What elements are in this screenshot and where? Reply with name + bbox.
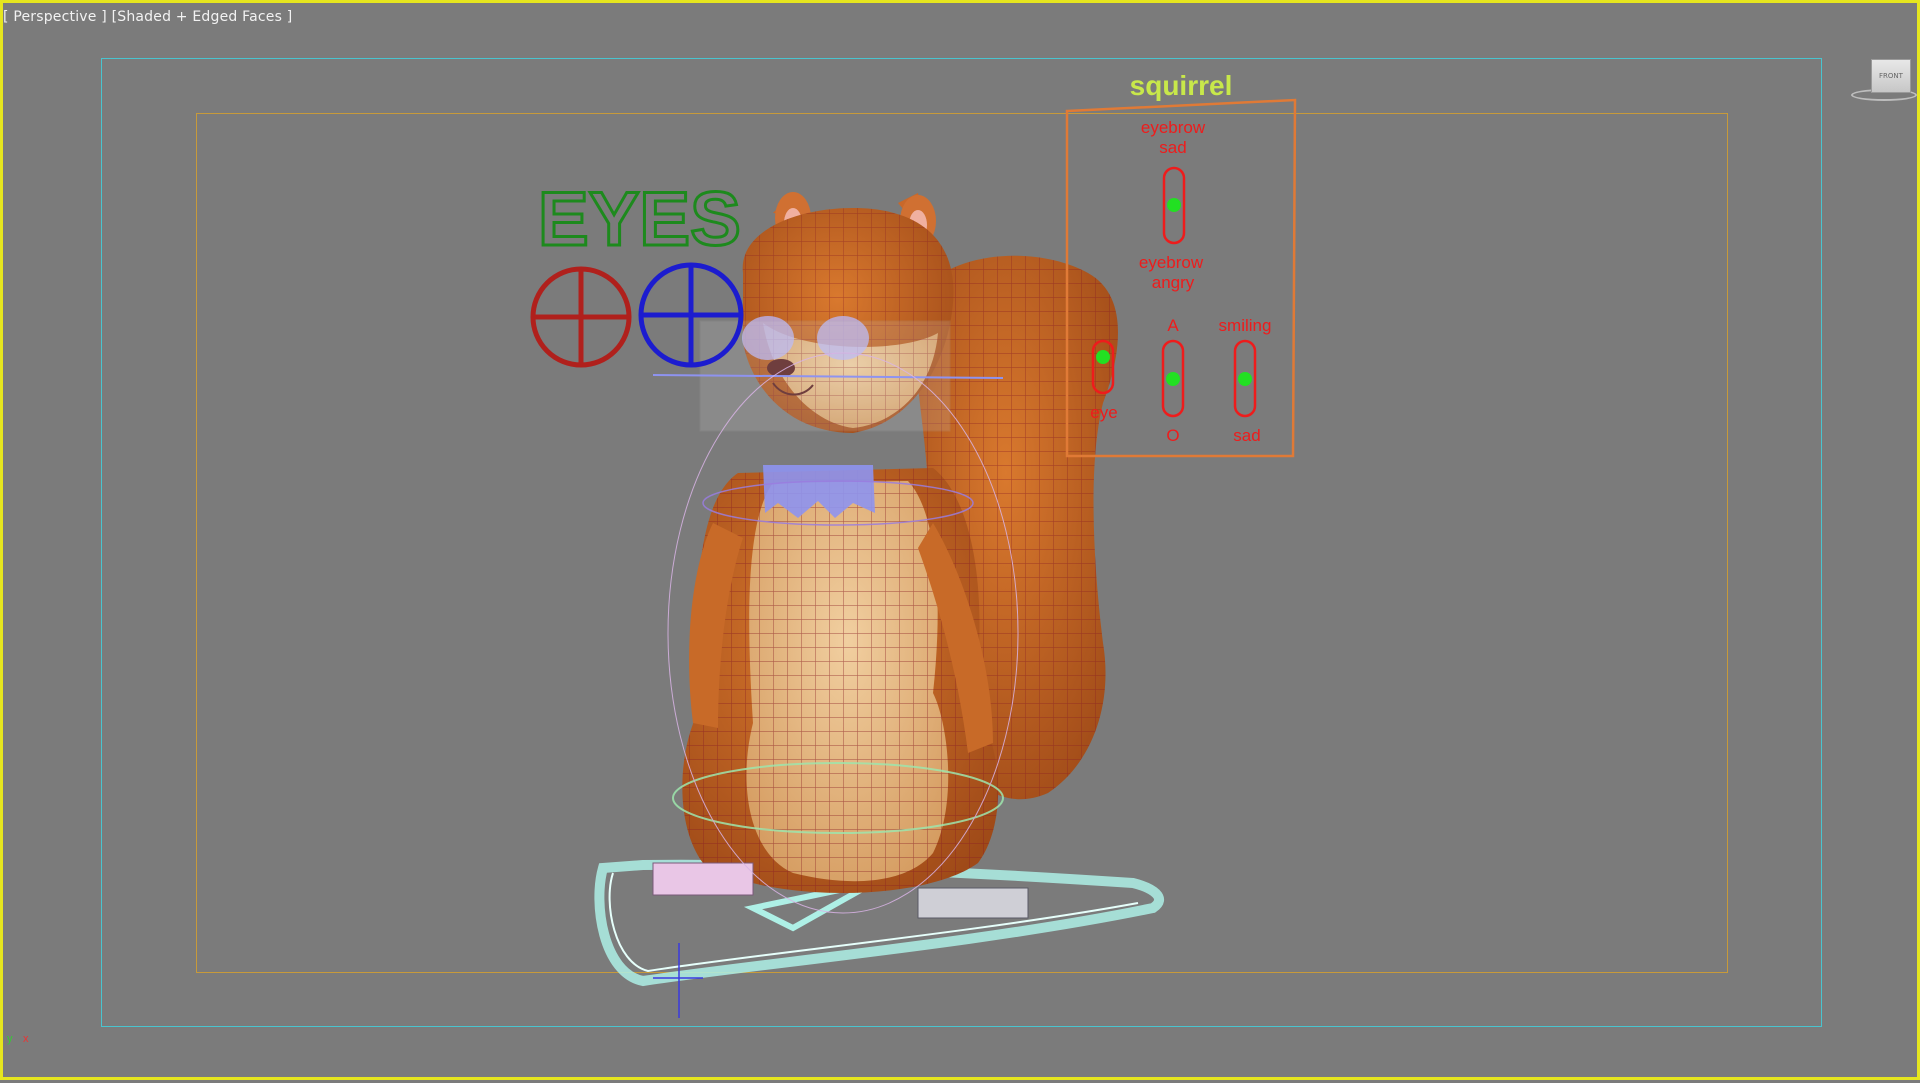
label-eyebrow-angry-1: eyebrow [1139,253,1204,272]
perspective-viewport[interactable]: [ Perspective ] [Shaded + Edged Faces ] … [0,0,1920,1080]
label-mouth-o: O [1166,426,1179,445]
right-eye-target[interactable] [638,262,744,368]
label-eyebrow-sad-2: sad [1159,138,1186,157]
axis-tripod: y x [7,1033,37,1063]
label-eyebrow-angry-2: angry [1152,273,1195,292]
label-eye: eye [1090,403,1117,422]
mouth-slider[interactable] [1161,339,1185,418]
smile-slider[interactable] [1233,339,1257,418]
eyes-title: EYES [538,177,741,262]
label-smiling: smiling [1219,316,1272,335]
left-eye-target[interactable] [530,266,632,368]
label-smile-sad: sad [1233,426,1260,445]
axis-y-label: y [7,1033,13,1045]
label-eyebrow-sad-1: eyebrow [1141,118,1206,137]
panel-title: squirrel [1130,70,1233,101]
squirrel-body[interactable] [682,465,999,893]
label-mouth-a: A [1167,316,1179,335]
eyebrow-slider[interactable] [1162,166,1186,245]
scene-canvas[interactable]: EYES squirrel eyebrow sad eyebrow angry … [3,3,1920,1083]
axis-x-label: x [23,1033,29,1045]
